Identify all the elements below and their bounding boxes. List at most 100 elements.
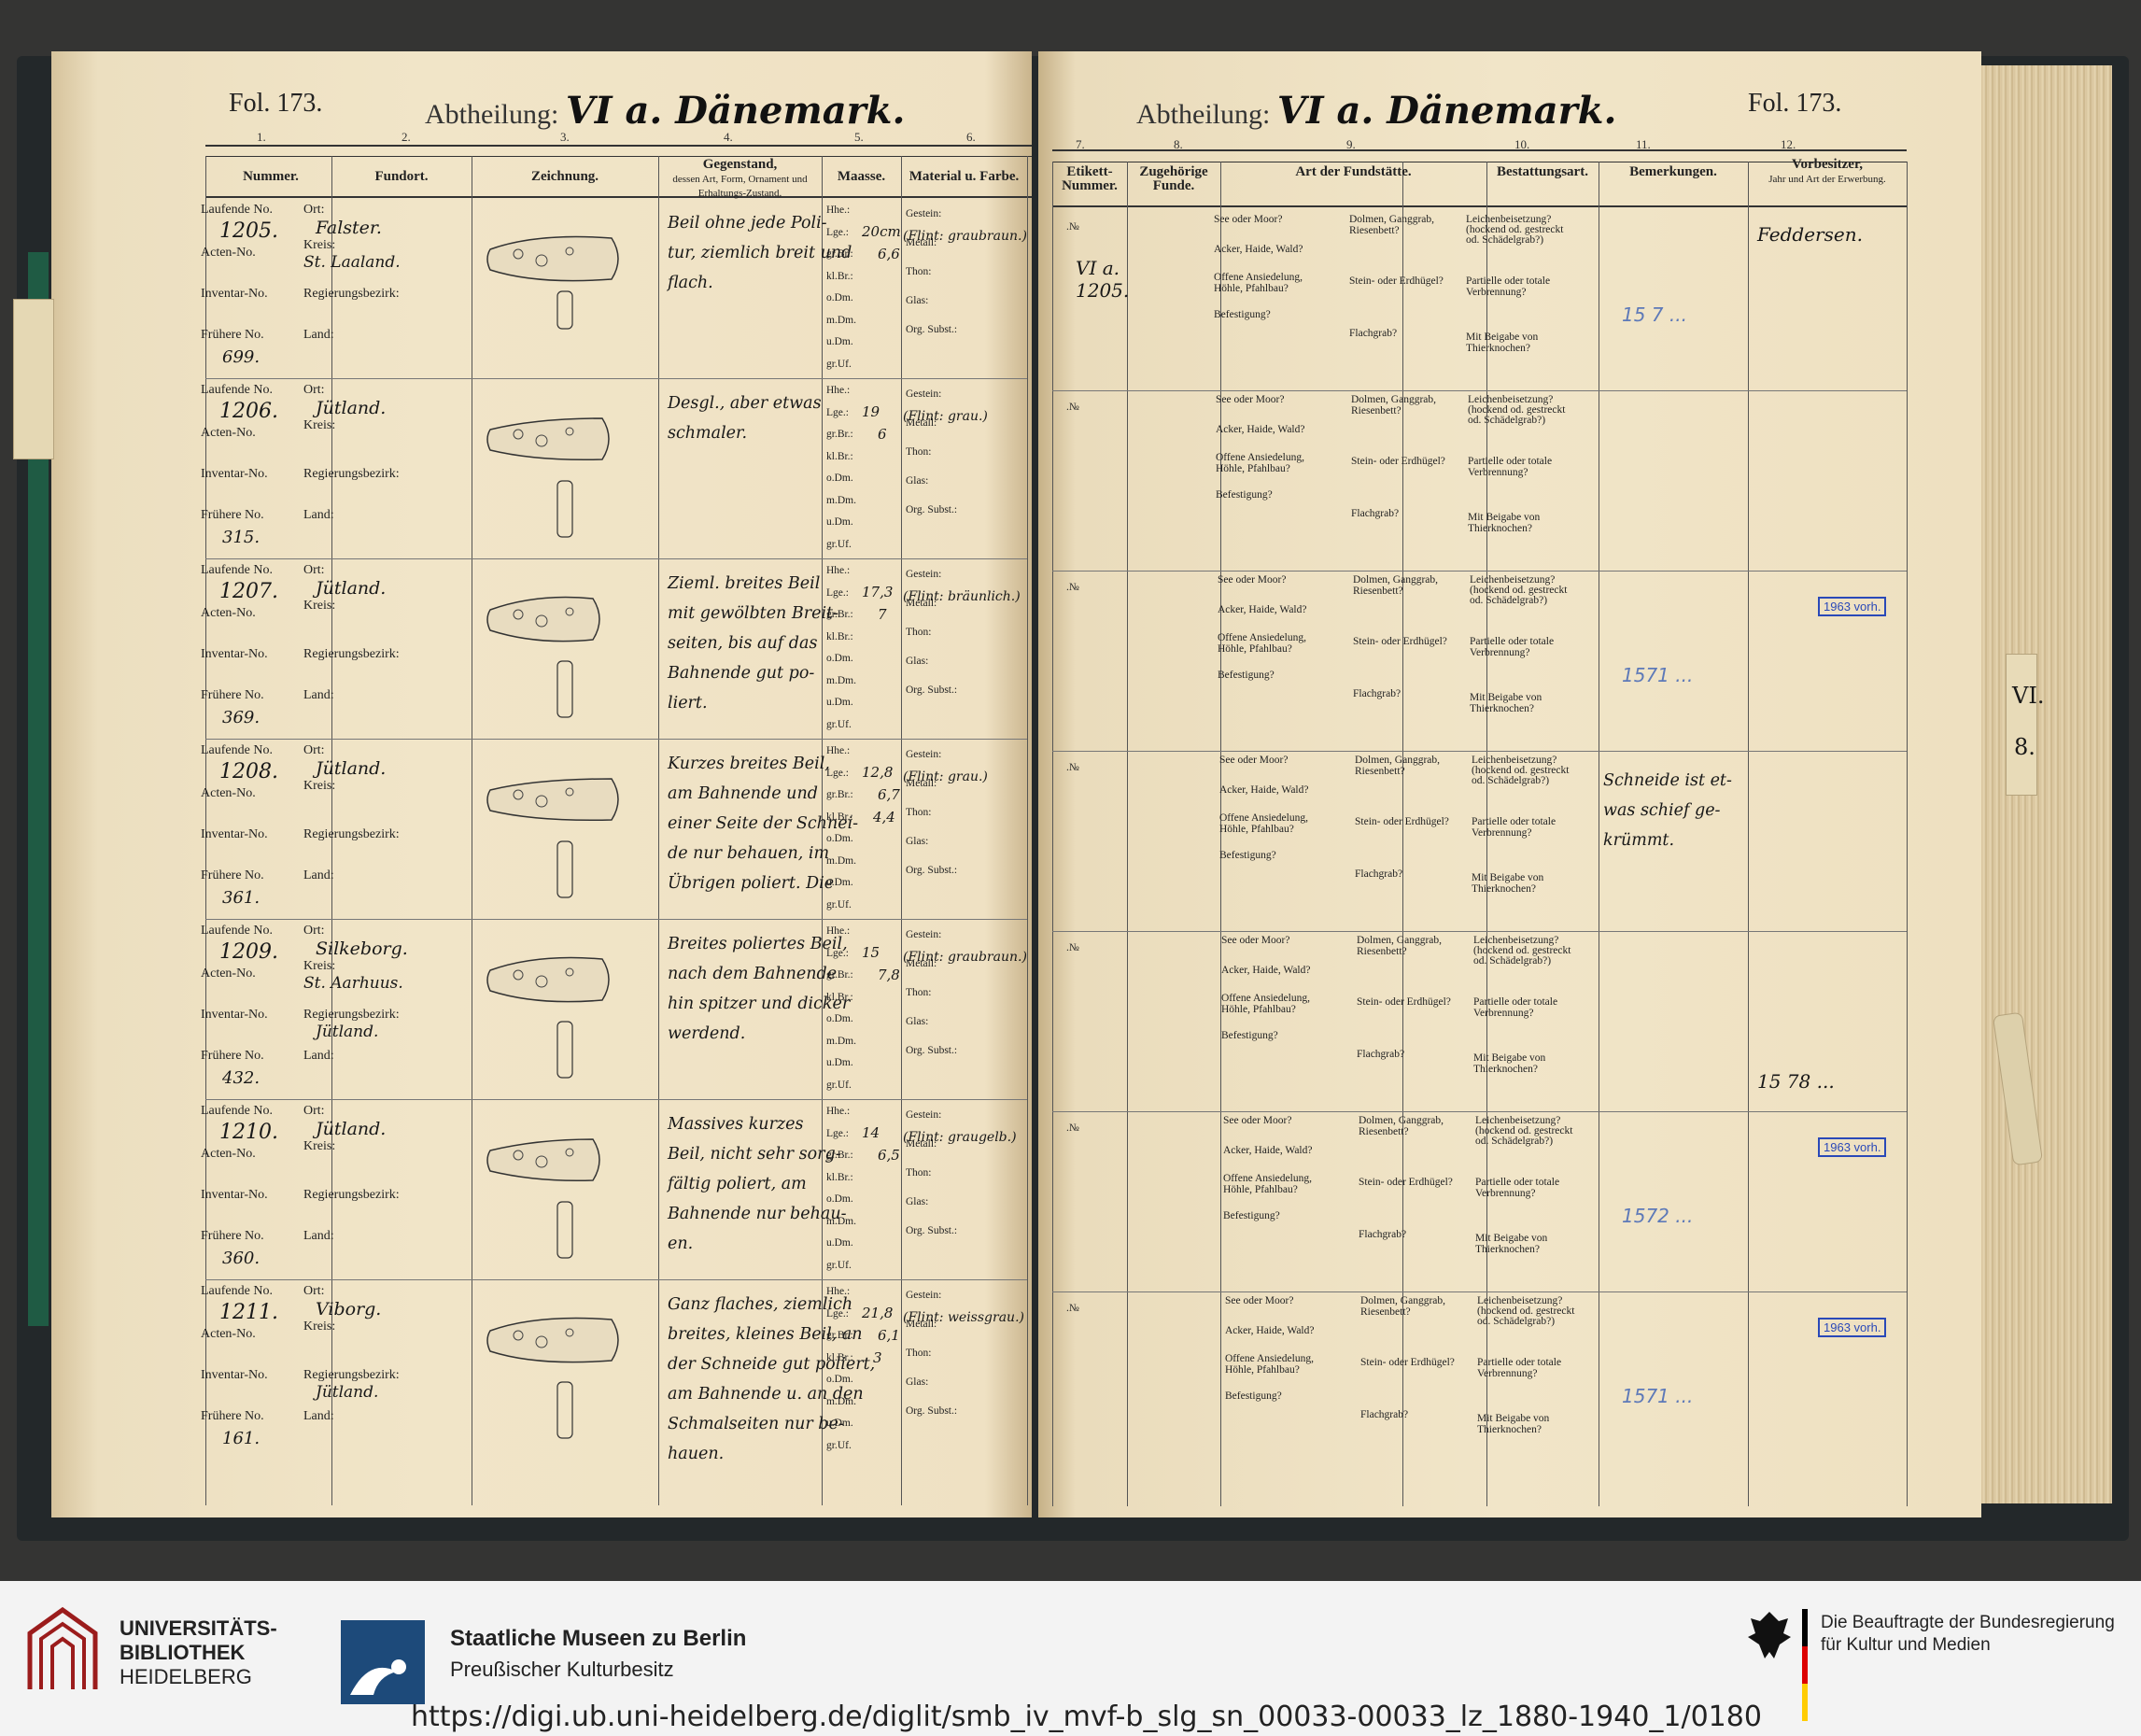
label-grab: Flachgrab? xyxy=(1349,328,1398,339)
label-ort: Ort: xyxy=(303,383,325,397)
axe-drawing xyxy=(486,417,610,538)
label-maass: Hhe.: xyxy=(826,565,851,576)
left-folio: Fol. 173. xyxy=(229,89,323,118)
grbr-value: 7 xyxy=(878,606,887,623)
pencil-note: 1571 ... xyxy=(1622,1385,1694,1407)
label-laufende: Laufende No. xyxy=(201,743,273,757)
header-gegenstand-sub: dessen Art, Form, Ornament und Erhaltung… xyxy=(672,174,808,199)
label-maass: gr.Br.: xyxy=(826,1150,853,1161)
label-maass: m.Dm. xyxy=(826,1395,856,1407)
label-kreis: Kreis: xyxy=(303,418,336,432)
row-rule xyxy=(1052,571,1907,572)
description-line: Bahnende nur behau- xyxy=(668,1205,847,1223)
row-rule xyxy=(205,919,1027,920)
ub-line2: BIBLIOTHEK xyxy=(120,1641,246,1664)
etikett-mark: .№ xyxy=(1066,221,1079,233)
label-acten: Acten-No. xyxy=(201,786,256,800)
federal-eagle-icon xyxy=(1748,1612,1791,1658)
grbr-value: 6,1 xyxy=(878,1327,900,1344)
label-laufende: Laufende No. xyxy=(201,383,273,397)
label-kreis: Kreis: xyxy=(303,238,336,252)
laufende-number: 1209. xyxy=(219,940,278,964)
label-maass: Lge.: xyxy=(826,406,849,418)
grbr-value: 7,8 xyxy=(878,967,900,983)
smb-line2: Preußischer Kulturbesitz xyxy=(450,1658,674,1681)
label-fundstaette: Acker, Haide, Wald? xyxy=(1216,424,1305,435)
label-grab: Riesenbett? xyxy=(1353,586,1403,597)
label-kreis: Kreis: xyxy=(303,1139,336,1153)
ub-line1: UNIVERSITÄTS- xyxy=(120,1616,277,1640)
description-line: Bahnende gut po- xyxy=(668,664,815,683)
fruehere-number: 360. xyxy=(222,1249,261,1268)
source-url[interactable]: https://digi.ub.uni-heidelberg.de/diglit… xyxy=(411,1701,1762,1733)
label-fundstaette: Befestigung? xyxy=(1225,1390,1282,1402)
label-bestattung: od. Schädelgrab?) xyxy=(1473,955,1552,967)
column-rule xyxy=(658,156,659,1505)
description-line: am Bahnende und xyxy=(668,784,818,803)
flint-value: (Flint: graugelb.) xyxy=(903,1130,1017,1145)
header-gegenstand: Gegenstand, xyxy=(702,157,778,172)
etikett-mark: .№ xyxy=(1066,582,1079,593)
label-acten: Acten-No. xyxy=(201,426,256,440)
header-bemerkungen: Bemerkungen. xyxy=(1629,164,1717,179)
footer: UNIVERSITÄTS- BIBLIOTHEK HEIDELBERG Staa… xyxy=(0,1581,2141,1736)
abtheilung-value: VI a. Dänemark. xyxy=(1276,89,1617,133)
label-maass: Lge.: xyxy=(826,586,849,599)
bkm-line2: für Kultur und Medien xyxy=(1821,1635,1991,1655)
description-line: Desgl., aber etwas xyxy=(668,394,822,413)
label-maass: gr.Uf. xyxy=(826,538,852,550)
label-maass: gr.Uf. xyxy=(826,1259,852,1271)
label-maass: gr.Br.: xyxy=(826,969,853,981)
description-line: fältig poliert, am xyxy=(668,1175,807,1193)
label-fundstaette: Befestigung? xyxy=(1223,1210,1280,1221)
ub-heidelberg-logo xyxy=(27,1606,98,1689)
label-material: Glas: xyxy=(906,836,929,847)
laufende-number: 1207. xyxy=(219,580,278,603)
flint-value: (Flint: grau.) xyxy=(903,409,988,424)
column-number: 11. xyxy=(1636,137,1651,151)
label-land: Land: xyxy=(303,1229,334,1243)
row-rule xyxy=(1052,931,1907,932)
label-maass: gr.Br.: xyxy=(826,789,853,800)
label-fundstaette: Höhle, Pfahlbau? xyxy=(1219,824,1294,835)
label-material: Gestein: xyxy=(906,1290,942,1301)
label-maass: gr.Uf. xyxy=(826,1439,852,1451)
left-page: Fol. 173. Abtheilung: VI a. Dänemark. 1.… xyxy=(51,51,1032,1517)
label-material: Thon: xyxy=(906,1348,932,1359)
label-material: Thon: xyxy=(906,1167,932,1179)
label-maass: kl.Br.: xyxy=(826,811,853,823)
header-maasse: Maasse. xyxy=(837,169,886,184)
description-line: hin spitzer und dicker xyxy=(668,995,851,1013)
label-grab: Stein- oder Erdhügel? xyxy=(1349,275,1444,287)
label-material: Org. Subst.: xyxy=(906,324,958,335)
fruehere-number: 699. xyxy=(222,347,261,367)
label-maass: kl.Br.: xyxy=(826,450,853,462)
label-ort: Ort: xyxy=(303,203,325,217)
fruehere-number: 161. xyxy=(222,1429,261,1448)
row-rule xyxy=(1052,390,1907,391)
label-grab: Stein- oder Erdhügel? xyxy=(1359,1177,1453,1188)
label-fundstaette: Höhle, Pfahlbau? xyxy=(1218,643,1292,655)
left-abtheilung: Abtheilung: VI a. Dänemark. xyxy=(425,89,905,133)
inventory-stamp: 1963 vorh. xyxy=(1818,597,1887,616)
fruehere-number: 369. xyxy=(222,708,261,727)
etikett-mark: .№ xyxy=(1066,1122,1079,1134)
smb-logo xyxy=(341,1620,425,1704)
land-value: Jütland. xyxy=(316,1383,379,1402)
label-fruehere: Frühere No. xyxy=(201,1049,264,1063)
column-number: 1. xyxy=(257,130,266,144)
label-fruehere: Frühere No. xyxy=(201,328,264,342)
label-land: Land: xyxy=(303,1409,334,1423)
column-number: 8. xyxy=(1174,137,1183,151)
label-ort: Ort: xyxy=(303,563,325,577)
grbr-value: 6,7 xyxy=(878,786,900,803)
abtheilung-label: Abtheilung: xyxy=(1136,99,1271,130)
label-maass: o.Dm. xyxy=(826,1193,853,1205)
label-fruehere: Frühere No. xyxy=(201,1409,264,1423)
header-zeichnung: Zeichnung. xyxy=(530,169,599,184)
label-maass: m.Dm. xyxy=(826,1215,856,1227)
label-grab: Riesenbett? xyxy=(1357,946,1407,957)
column-rule xyxy=(1027,156,1028,1505)
label-maass: u.Dm. xyxy=(826,516,853,528)
label-maass: m.Dm. xyxy=(826,674,856,686)
